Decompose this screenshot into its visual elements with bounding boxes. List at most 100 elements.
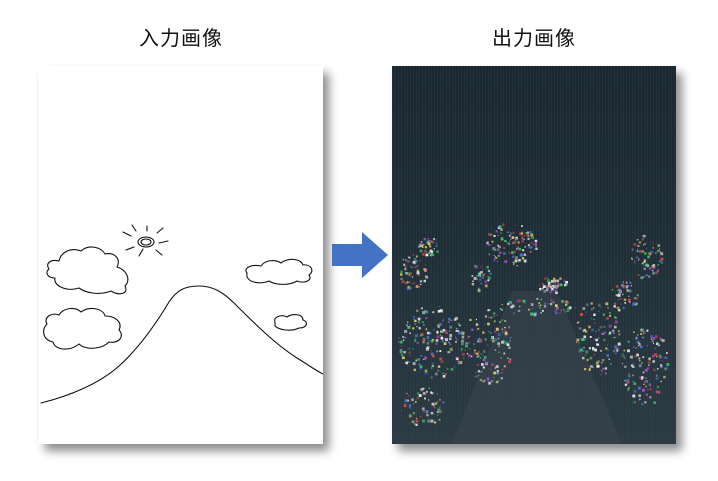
noise-pixel (648, 364, 650, 366)
noise-pixel (482, 331, 485, 334)
noise-pixel (408, 404, 412, 407)
noise-pixel (640, 333, 643, 335)
noise-pixel (442, 372, 444, 375)
noise-pixel (501, 328, 503, 330)
noise-pixel (642, 276, 645, 278)
noise-pixel (500, 232, 502, 234)
noise-pixel (624, 383, 628, 386)
noise-pixel (612, 329, 615, 332)
noise-pixel (639, 398, 641, 400)
noise-pixel (547, 284, 551, 287)
noise-pixel (508, 242, 511, 245)
noise-pixel (471, 275, 474, 277)
noise-pixel (482, 355, 484, 357)
noise-pixel (408, 281, 411, 284)
noise-pixel (615, 317, 617, 319)
noise-pixel (600, 361, 603, 364)
noise-pixel (444, 373, 446, 375)
noise-pixel (549, 302, 553, 306)
noise-pixel (477, 323, 479, 325)
noise-pixel (638, 245, 641, 247)
noise-pixel (496, 328, 499, 331)
noise-pixel (400, 273, 403, 276)
noise-pixel (427, 419, 431, 423)
noise-pixel (646, 329, 649, 332)
noise-pixel (637, 274, 640, 276)
noise-pixel (411, 283, 413, 285)
noise-pixel (400, 345, 402, 347)
noise-pixel (637, 334, 639, 336)
noise-pixel (511, 304, 515, 308)
noise-pixel (610, 363, 612, 366)
noise-pixel (608, 358, 610, 360)
noise-pixel (642, 356, 645, 359)
noise-pixel (435, 372, 438, 376)
noise-pixel (487, 233, 491, 236)
noise-pixel (425, 253, 429, 257)
noise-pixel (440, 310, 444, 313)
sketch-cloud-left-lower (43, 307, 122, 350)
noise-pixel (484, 362, 488, 365)
noise-pixel (472, 280, 474, 283)
noise-pixel (597, 303, 601, 307)
noise-pixel (516, 299, 520, 303)
noise-pixel (474, 375, 477, 378)
noise-pixel (465, 342, 468, 345)
noise-pixel (596, 361, 599, 365)
noise-pixel (494, 349, 497, 351)
noise-pixel (625, 281, 628, 284)
noise-pixel (643, 261, 646, 263)
noise-pixel (643, 333, 645, 335)
noise-pixel (448, 330, 451, 332)
noise-pixel (480, 370, 483, 373)
noise-pixel (457, 322, 460, 325)
noise-pixel (555, 291, 558, 294)
noise-pixel (426, 390, 428, 393)
noise-pixel (470, 355, 473, 358)
noise-pixel (455, 341, 457, 343)
noise-pixel (494, 256, 497, 258)
noise-pixel (593, 354, 596, 356)
noise-pixel (593, 318, 595, 321)
noise-pixel (478, 273, 481, 277)
noise-pixel (411, 276, 414, 278)
noise-pixel (521, 236, 524, 239)
noise-pixel (427, 240, 430, 243)
noise-pixel (582, 307, 586, 310)
noise-pixel (424, 356, 427, 360)
noise-pixel (425, 250, 427, 253)
noise-pixel (628, 373, 630, 376)
noise-pixel (501, 331, 504, 333)
sketch-mountain (40, 285, 323, 404)
noise-pixel (641, 376, 644, 379)
noise-pixel (476, 275, 478, 277)
noise-pixel (500, 357, 502, 359)
noise-pixel (652, 360, 655, 363)
noise-pixel (440, 330, 443, 333)
noise-pixel (445, 329, 448, 332)
noise-pixel (420, 354, 423, 357)
noise-pixel (428, 340, 430, 342)
noise-pixel (585, 303, 589, 307)
noise-pixel (438, 323, 442, 326)
noise-pixel (430, 350, 432, 352)
noise-pixel (665, 367, 668, 370)
noise-pixel (523, 259, 527, 263)
noise-pixel (495, 381, 499, 384)
noise-pixel (630, 285, 632, 287)
noise-pixel (404, 282, 407, 285)
noise-pixel (437, 408, 440, 411)
noise-pixel (615, 347, 618, 350)
noise-pixel (414, 258, 416, 260)
noise-pixel (484, 338, 487, 341)
noise-pixel (434, 421, 437, 424)
noise-pixel (588, 325, 591, 328)
noise-pixel (437, 365, 441, 368)
noise-pixel (465, 344, 468, 348)
noise-pixel (418, 363, 421, 366)
noise-pixel (578, 321, 581, 323)
noise-pixel (645, 393, 648, 396)
noise-pixel (479, 278, 482, 281)
noise-pixel (648, 275, 651, 278)
input-image-title: 入力画像 (139, 26, 223, 50)
